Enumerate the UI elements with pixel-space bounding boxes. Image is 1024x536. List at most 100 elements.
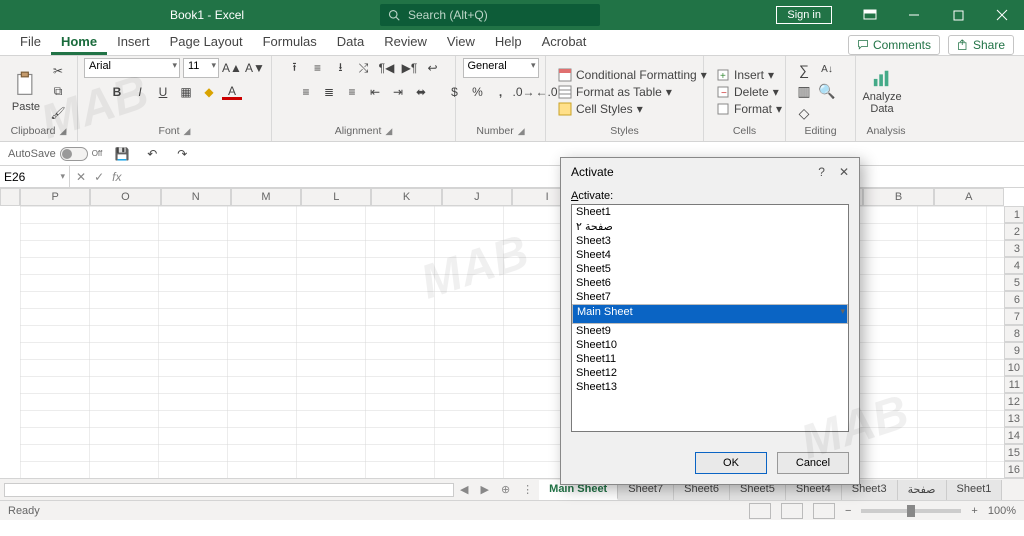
list-item[interactable]: صفحة ٢ (572, 219, 848, 234)
format-painter-icon[interactable]: 🖌 (48, 103, 68, 123)
align-right-icon[interactable]: ≡ (342, 82, 362, 102)
align-center-icon[interactable]: ≣ (319, 82, 339, 102)
undo-icon[interactable]: ↶ (142, 144, 162, 164)
enter-formula-icon[interactable]: ✓ (94, 170, 104, 184)
align-left-icon[interactable]: ≡ (296, 82, 316, 102)
close-icon[interactable] (980, 0, 1024, 30)
currency-icon[interactable]: $ (445, 82, 465, 102)
row-header[interactable]: 3 (1004, 240, 1024, 257)
list-item[interactable]: Sheet13 (572, 380, 848, 394)
row-header[interactable]: 2 (1004, 223, 1024, 240)
row-header[interactable]: 15 (1004, 444, 1024, 461)
tab-home[interactable]: Home (51, 30, 107, 55)
row-header[interactable]: 8 (1004, 325, 1024, 342)
row-header[interactable]: 12 (1004, 393, 1024, 410)
list-item[interactable]: Sheet10 (572, 338, 848, 352)
sheet-list-icon[interactable]: ⋮ (516, 483, 539, 496)
fill-color-icon[interactable]: ◆ (199, 82, 219, 102)
column-header[interactable]: K (371, 188, 441, 206)
merge-icon[interactable]: ⬌ (411, 82, 431, 102)
tab-acrobat[interactable]: Acrobat (532, 30, 597, 55)
tab-review[interactable]: Review (374, 30, 437, 55)
column-header[interactable]: M (231, 188, 301, 206)
worksheet-grid[interactable]: PONMLKJIHBA 12345678910111213141516 (0, 188, 1024, 478)
percent-icon[interactable]: % (468, 82, 488, 102)
new-sheet-icon[interactable]: ⊕ (495, 483, 516, 496)
column-header[interactable]: N (161, 188, 231, 206)
zoom-slider[interactable] (861, 509, 961, 513)
list-item[interactable]: Sheet1 (572, 205, 848, 219)
column-header[interactable]: O (90, 188, 160, 206)
cell-styles-button[interactable]: Cell Styles ▾ (554, 101, 711, 117)
list-item[interactable]: Sheet3 (572, 234, 848, 248)
search-box[interactable]: Search (Alt+Q) (380, 4, 600, 26)
row-header[interactable]: 10 (1004, 359, 1024, 376)
column-header[interactable]: A (934, 188, 1004, 206)
rtl-icon[interactable]: ¶◀ (377, 58, 397, 78)
increase-font-icon[interactable]: A▲ (222, 58, 242, 78)
dialog-help-icon[interactable]: ? (818, 165, 825, 179)
sheet-nav-next-icon[interactable]: ▶ (474, 483, 494, 496)
ok-button[interactable]: OK (695, 452, 767, 474)
row-header[interactable]: 5 (1004, 274, 1024, 291)
select-all-corner[interactable] (0, 188, 20, 206)
save-icon[interactable]: 💾 (112, 144, 132, 164)
sheet-listbox[interactable]: Sheet1صفحة ٢Sheet3Sheet4Sheet5Sheet6Shee… (571, 204, 849, 432)
row-header[interactable]: 7 (1004, 308, 1024, 325)
horizontal-scrollbar[interactable] (4, 483, 454, 497)
row-header[interactable]: 11 (1004, 376, 1024, 393)
sheet-tab[interactable]: صفحة (898, 480, 947, 500)
increase-indent-icon[interactable]: ⇥ (388, 82, 408, 102)
list-item[interactable]: Main Sheet (572, 304, 848, 324)
tab-page-layout[interactable]: Page Layout (160, 30, 253, 55)
tab-insert[interactable]: Insert (107, 30, 160, 55)
list-item[interactable]: Sheet6 (572, 276, 848, 290)
column-header[interactable]: J (442, 188, 512, 206)
underline-icon[interactable]: U (153, 82, 173, 102)
number-format-select[interactable]: General (463, 58, 539, 78)
name-box[interactable]: E26▾ (0, 166, 70, 187)
font-size-select[interactable]: 11 (183, 58, 219, 78)
tab-help[interactable]: Help (485, 30, 532, 55)
column-header[interactable]: L (301, 188, 371, 206)
normal-view-icon[interactable] (749, 503, 771, 519)
decrease-indent-icon[interactable]: ⇤ (365, 82, 385, 102)
list-item[interactable]: Sheet7 (572, 290, 848, 304)
cancel-formula-icon[interactable]: ✕ (76, 170, 86, 184)
format-as-table-button[interactable]: Format as Table ▾ (554, 84, 711, 100)
fx-icon[interactable]: fx (112, 170, 121, 184)
cut-icon[interactable]: ✂ (48, 61, 68, 81)
list-item[interactable]: Sheet5 (572, 262, 848, 276)
align-bottom-icon[interactable]: ⭳ (331, 58, 351, 78)
row-header[interactable]: 13 (1004, 410, 1024, 427)
column-header[interactable]: P (20, 188, 90, 206)
sheet-nav-prev-icon[interactable]: ◀ (454, 483, 474, 496)
orientation-icon[interactable]: ⤭ (354, 58, 374, 78)
bold-icon[interactable]: B (107, 82, 127, 102)
row-header[interactable]: 1 (1004, 206, 1024, 223)
comma-icon[interactable]: , (491, 82, 511, 102)
paste-button[interactable]: Paste (8, 68, 44, 116)
maximize-icon[interactable] (936, 0, 980, 30)
copy-icon[interactable]: ⧉ (48, 82, 68, 102)
ltr-icon[interactable]: ▶¶ (400, 58, 420, 78)
list-item[interactable]: Sheet11 (572, 352, 848, 366)
page-layout-view-icon[interactable] (781, 503, 803, 519)
font-color-icon[interactable]: A (222, 84, 242, 100)
cancel-button[interactable]: Cancel (777, 452, 849, 474)
minimize-icon[interactable] (892, 0, 936, 30)
sheet-tab[interactable]: Sheet1 (947, 480, 1003, 500)
align-middle-icon[interactable]: ≡ (308, 58, 328, 78)
page-break-view-icon[interactable] (813, 503, 835, 519)
wrap-text-icon[interactable]: ↩ (423, 58, 443, 78)
border-icon[interactable]: ▦ (176, 82, 196, 102)
insert-cells-button[interactable]: +Insert ▾ (712, 67, 786, 83)
row-header[interactable]: 6 (1004, 291, 1024, 308)
zoom-in-icon[interactable]: + (971, 505, 977, 517)
tab-data[interactable]: Data (327, 30, 374, 55)
align-top-icon[interactable]: ⭱ (285, 58, 305, 78)
redo-icon[interactable]: ↷ (172, 144, 192, 164)
italic-icon[interactable]: I (130, 82, 150, 102)
sign-in-button[interactable]: Sign in (776, 6, 832, 24)
row-headers[interactable]: 12345678910111213141516 (1004, 206, 1024, 478)
